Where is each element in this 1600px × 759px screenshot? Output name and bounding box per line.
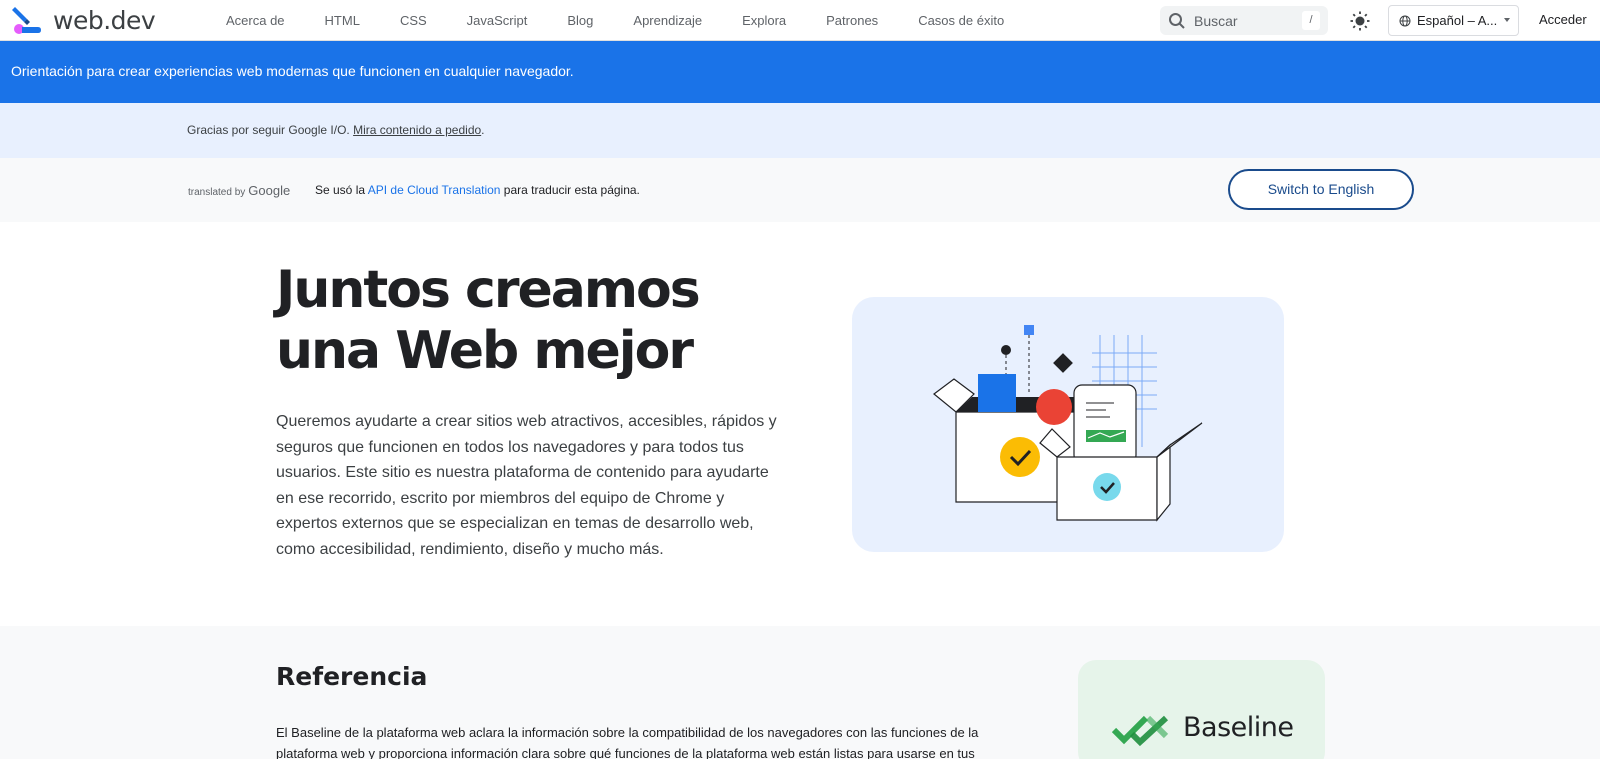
- nav-html[interactable]: HTML: [305, 13, 380, 28]
- translation-suffix: para traducir esta página.: [500, 183, 640, 197]
- logo-text: web.dev: [53, 5, 156, 35]
- google-wordmark: Google: [248, 183, 291, 198]
- translation-message: Se usó la API de Cloud Translation para …: [315, 183, 640, 197]
- nav-patrones[interactable]: Patrones: [806, 13, 898, 28]
- translated-by-label: translated by: [188, 187, 246, 198]
- theme-toggle-icon: [1350, 11, 1370, 31]
- nav-blog[interactable]: Blog: [547, 13, 613, 28]
- main-nav: Acerca de HTML CSS JavaScript Blog Apren…: [206, 0, 1024, 41]
- language-select-label: Español – A...: [1417, 13, 1498, 28]
- hero-illustration: [852, 297, 1284, 552]
- baseline-card: Baseline: [1078, 660, 1325, 759]
- banner-text: Orientación para crear experiencias web …: [11, 63, 574, 79]
- globe-icon: [1399, 15, 1411, 26]
- theme-toggle-button[interactable]: [1348, 9, 1372, 33]
- sign-in-link[interactable]: Acceder: [1539, 12, 1587, 27]
- translated-by-google: translated by Google: [188, 183, 290, 198]
- translation-prefix: Se usó la: [315, 183, 368, 197]
- search-input[interactable]: [1194, 12, 1294, 29]
- web-dev-logo-icon: [12, 7, 41, 34]
- hero-description: Queremos ayudarte a crear sitios web atr…: [276, 413, 777, 558]
- cloud-translation-link[interactable]: API de Cloud Translation: [368, 183, 501, 197]
- io-notice: Gracias por seguir Google I/O. Mira cont…: [187, 123, 485, 137]
- tagline-banner: Orientación para crear experiencias web …: [0, 41, 1600, 103]
- hero-title-line-1: Juntos creamos: [276, 260, 701, 320]
- hero-title-line-2: una Web mejor: [276, 321, 694, 381]
- site-logo[interactable]: web.dev: [12, 5, 156, 35]
- boxes-illustration: [933, 325, 1203, 522]
- reference-title: Referencia: [276, 662, 428, 691]
- nav-javascript[interactable]: JavaScript: [447, 13, 548, 28]
- nav-acerca-de[interactable]: Acerca de: [206, 13, 305, 28]
- io-notice-link[interactable]: Mira contenido a pedido: [353, 123, 481, 137]
- nav-explora[interactable]: Explora: [722, 13, 806, 28]
- nav-css[interactable]: CSS: [380, 13, 447, 28]
- io-notice-bar: Gracias por seguir Google I/O. Mira cont…: [0, 103, 1600, 158]
- hero-title: Juntos creamos una Web mejor: [276, 260, 836, 382]
- nav-casos-de-exito[interactable]: Casos de éxito: [898, 13, 1024, 28]
- search-box[interactable]: /: [1160, 6, 1328, 35]
- language-select[interactable]: Español – A...: [1388, 5, 1519, 36]
- search-icon: [1169, 12, 1185, 29]
- io-notice-suffix: .: [481, 123, 485, 137]
- chevron-down-icon: [1504, 18, 1510, 22]
- reference-text: El Baseline de la plataforma web aclara …: [276, 725, 979, 759]
- switch-to-english-button[interactable]: Switch to English: [1228, 169, 1414, 210]
- baseline-check-icon: [1112, 715, 1169, 747]
- top-navigation: web.dev Acerca de HTML CSS JavaScript Bl…: [0, 0, 1600, 41]
- search-shortcut-key: /: [1302, 11, 1320, 30]
- io-notice-text: Gracias por seguir Google I/O.: [187, 123, 354, 137]
- baseline-label: Baseline: [1183, 712, 1294, 743]
- nav-aprendizaje[interactable]: Aprendizaje: [613, 13, 722, 28]
